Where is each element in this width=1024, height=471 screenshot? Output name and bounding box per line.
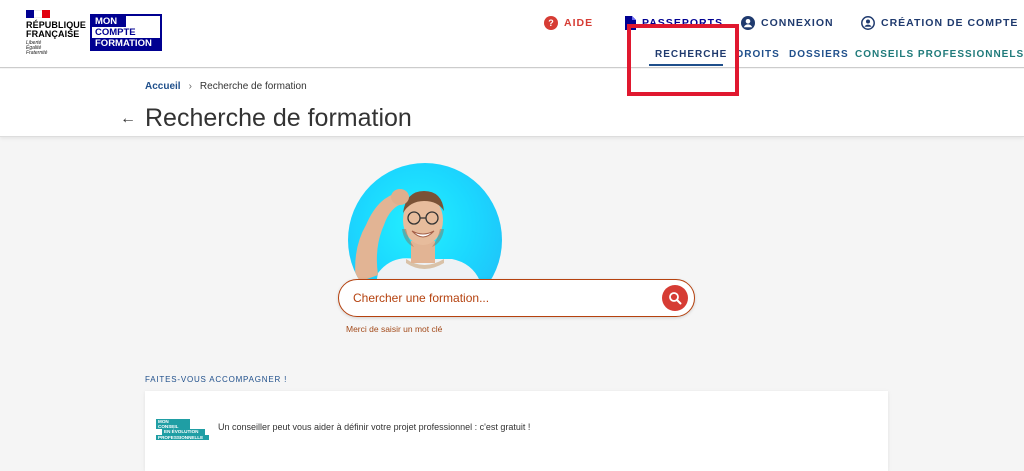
breadcrumb-current: Recherche de formation bbox=[199, 81, 307, 92]
creation-compte-link[interactable]: CRÉATION DE COMPTE bbox=[861, 16, 1018, 30]
nav-droits[interactable]: DROITS bbox=[736, 49, 780, 60]
search-help-text: Merci de saisir un mot clé bbox=[346, 324, 443, 334]
search-input[interactable] bbox=[353, 288, 653, 308]
republic-motto: Liberté Égalité Fraternité bbox=[26, 40, 48, 56]
section-label: FAITES-VOUS ACCOMPAGNER ! bbox=[145, 375, 288, 384]
user-circle-icon bbox=[861, 16, 875, 30]
search-bar bbox=[338, 279, 695, 317]
mon-compte-formation-logo[interactable]: MON COMPTE FORMATION bbox=[90, 14, 162, 51]
site-header: RÉPUBLIQUE FRANÇAISE Liberté Égalité Fra… bbox=[0, 0, 1024, 68]
mon-conseil-logo: MON CONSEIL EN ÉVOLUTION PROFESSIONNELLE bbox=[156, 419, 209, 440]
search-icon bbox=[669, 292, 682, 305]
back-arrow-icon[interactable]: ← bbox=[120, 110, 136, 128]
card-description: Un conseiller peut vous aider à définir … bbox=[218, 422, 531, 432]
highlight-box bbox=[627, 24, 739, 96]
conseiller-card[interactable]: MON CONSEIL EN ÉVOLUTION PROFESSIONNELLE… bbox=[145, 391, 888, 471]
aide-link[interactable]: ? AIDE bbox=[544, 16, 593, 30]
breadcrumb-home-link[interactable]: Accueil bbox=[145, 81, 181, 92]
search-button[interactable] bbox=[662, 285, 688, 311]
nav-conseils-professionnels[interactable]: CONSEILS PROFESSIONNELS bbox=[855, 49, 1024, 60]
republique-francaise-text: RÉPUBLIQUE FRANÇAISE bbox=[26, 20, 87, 39]
nav-dossiers[interactable]: DOSSIERS bbox=[789, 49, 849, 60]
connexion-link[interactable]: CONNEXION bbox=[741, 16, 834, 30]
user-circle-icon bbox=[741, 16, 755, 30]
breadcrumb: Accueil › Recherche de formation bbox=[145, 81, 307, 92]
breadcrumb-separator: › bbox=[188, 81, 192, 92]
page-title: Recherche de formation bbox=[145, 104, 412, 132]
french-flag-icon bbox=[26, 10, 50, 18]
question-circle-icon: ? bbox=[544, 16, 558, 30]
